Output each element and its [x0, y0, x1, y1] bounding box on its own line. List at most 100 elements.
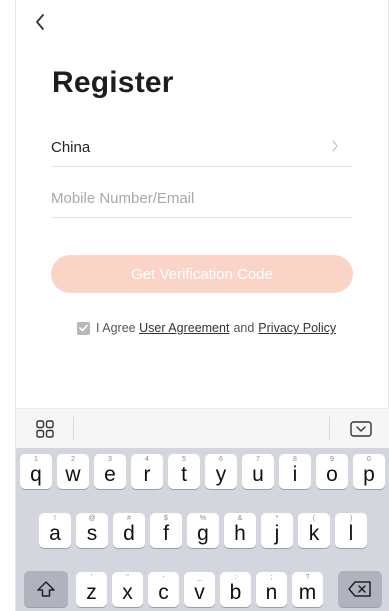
- key-char: t: [181, 462, 187, 486]
- privacy-policy-link[interactable]: Privacy Policy: [258, 321, 336, 335]
- agreement-row: I Agree User Agreement and Privacy Polic…: [77, 321, 336, 335]
- key-u[interactable]: 7u: [242, 454, 274, 489]
- chevron-left-icon: [36, 14, 44, 30]
- key-char: i: [292, 462, 298, 486]
- key-hint: 8: [293, 456, 297, 463]
- key-c[interactable]: -c: [148, 572, 179, 607]
- keyboard: 1q2w3e4r5t6y7u8i9o0p ! a @ s # d $ f% g & h * j(k) l …: [16, 448, 389, 611]
- check-icon: [79, 324, 88, 332]
- key-hint: ?: [305, 574, 310, 581]
- grid-icon[interactable]: [36, 420, 54, 438]
- key-char: u: [252, 462, 264, 486]
- register-screen: Register China Get Verification Code I A…: [16, 0, 388, 408]
- keyboard-toolbar: [16, 408, 389, 449]
- key-o[interactable]: 9o: [316, 454, 348, 489]
- key-char: c: [158, 580, 169, 604]
- key-hint: ": [126, 574, 129, 581]
- key-char: y: [215, 462, 227, 486]
- keyboard-hide-icon[interactable]: [350, 420, 372, 438]
- key-hint: ): [349, 515, 353, 522]
- key-w[interactable]: 2w: [57, 454, 89, 489]
- key-hint: *: [275, 515, 279, 522]
- key-hint: #: [127, 515, 131, 522]
- key-m[interactable]: ? m: [292, 572, 323, 607]
- key-hint: ;: [270, 574, 273, 581]
- country-selector[interactable]: China: [51, 126, 353, 167]
- key-p[interactable]: 0p: [353, 454, 385, 489]
- key-hint: (: [312, 515, 316, 522]
- key-hint: 3: [108, 456, 112, 463]
- key-e[interactable]: 3e: [94, 454, 126, 489]
- key-char: h: [234, 521, 246, 545]
- key-char: q: [30, 462, 42, 486]
- key-char: w: [65, 462, 81, 486]
- key-k[interactable]: (k: [298, 513, 330, 548]
- key-char: k: [308, 521, 320, 545]
- key-a[interactable]: ! a: [39, 513, 71, 548]
- backspace-icon: [348, 581, 371, 597]
- key-hint: -: [162, 574, 165, 581]
- toolbar-divider-left: [73, 417, 74, 441]
- key-hint: 1: [34, 456, 38, 463]
- key-hint: !: [54, 515, 56, 522]
- key-hint: 5: [182, 456, 186, 463]
- key-char: z: [86, 580, 97, 604]
- key-l[interactable]: ) l: [335, 513, 367, 548]
- key-char: s: [86, 521, 98, 545]
- key-j[interactable]: * j: [261, 513, 293, 548]
- key-char: f: [163, 521, 169, 545]
- key-q[interactable]: 1q: [20, 454, 52, 489]
- key-r[interactable]: 4r: [131, 454, 163, 489]
- shift-icon: [37, 581, 55, 597]
- key-h[interactable]: & h: [224, 513, 256, 548]
- key-char: a: [49, 521, 61, 545]
- key-v[interactable]: _ v: [184, 572, 215, 607]
- key-hint: @: [88, 515, 96, 522]
- key-n[interactable]: ; n: [256, 572, 287, 607]
- back-button[interactable]: [30, 10, 50, 34]
- key-hint: %: [199, 515, 207, 522]
- key-hint: 7: [256, 456, 260, 463]
- key-i[interactable]: 8i: [279, 454, 311, 489]
- key-char: n: [265, 580, 278, 604]
- key-t[interactable]: 5t: [168, 454, 200, 489]
- key-hint: 6: [219, 456, 223, 463]
- key-char: o: [326, 462, 338, 486]
- user-agreement-link[interactable]: User Agreement: [139, 321, 229, 335]
- agree-prefix: I Agree: [96, 321, 136, 335]
- key-hint: _: [197, 574, 202, 581]
- toolbar-divider-right: [329, 417, 330, 441]
- contact-field-row: [51, 177, 353, 218]
- key-hint: 4: [145, 456, 149, 463]
- key-char: l: [348, 521, 354, 545]
- key-char: v: [194, 580, 205, 604]
- key-s[interactable]: @ s: [76, 513, 108, 548]
- key-hint: 9: [330, 456, 334, 463]
- contact-input[interactable]: [51, 185, 351, 211]
- country-label: China: [51, 139, 91, 156]
- key-char: g: [197, 521, 209, 545]
- chevron-right-icon: [332, 140, 338, 152]
- key-x[interactable]: " x: [112, 572, 143, 607]
- key-char: d: [123, 521, 135, 545]
- page-title: Register: [52, 66, 174, 99]
- key-char: x: [122, 580, 133, 604]
- key-char: r: [143, 462, 151, 486]
- key-f[interactable]: $ f: [150, 513, 182, 548]
- key-hint: &: [237, 515, 243, 522]
- key-z[interactable]: ' z: [76, 572, 107, 607]
- agree-checkbox[interactable]: [77, 321, 90, 335]
- key-hint: 0: [367, 456, 371, 463]
- key-g[interactable]: % g: [187, 513, 219, 548]
- key-b[interactable]: :b: [220, 572, 251, 607]
- delete-key[interactable]: [338, 571, 382, 607]
- key-char: p: [363, 462, 375, 486]
- key-char: j: [274, 521, 280, 545]
- agree-and: and: [233, 321, 255, 335]
- key-char: e: [104, 462, 116, 486]
- key-hint: 2: [71, 456, 75, 463]
- shift-key[interactable]: [24, 571, 68, 607]
- get-verification-code-button[interactable]: Get Verification Code: [51, 255, 353, 293]
- key-y[interactable]: 6y: [205, 454, 237, 489]
- key-d[interactable]: # d: [113, 513, 145, 548]
